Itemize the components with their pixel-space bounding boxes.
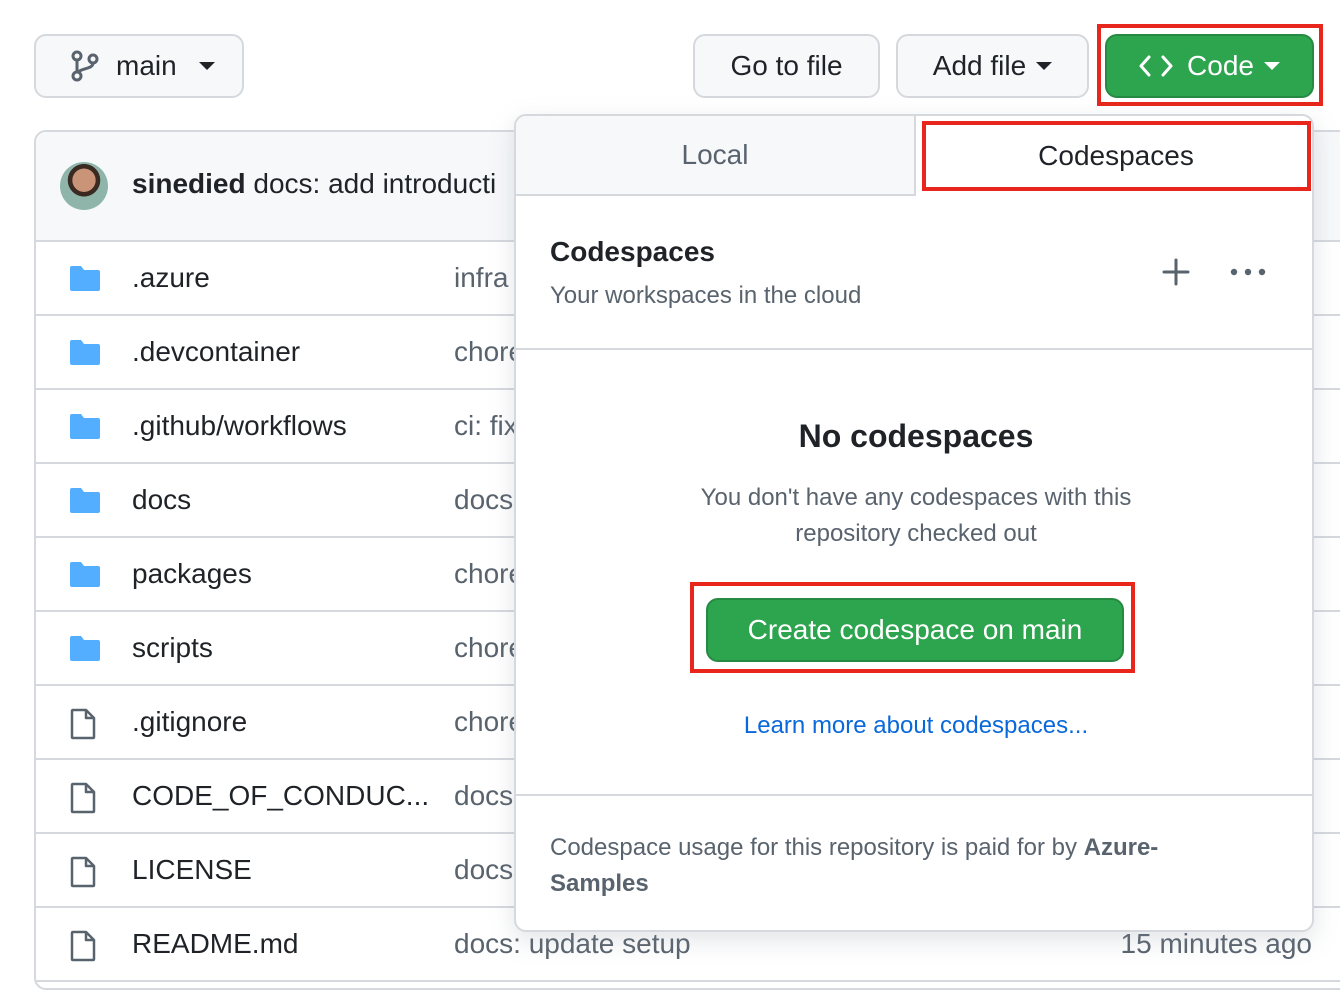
codespaces-header-subtitle: Your workspaces in the cloud [550, 282, 862, 309]
billing-owner-continued: Samples [550, 870, 649, 897]
kebab-horizontal-icon[interactable] [1228, 256, 1268, 288]
branch-select-button[interactable]: main [34, 34, 244, 98]
file-icon [68, 930, 98, 967]
add-file-button[interactable]: Add file [896, 34, 1089, 98]
footer-divider [516, 794, 1312, 796]
file-commit-message[interactable]: docs [454, 854, 513, 886]
create-codespace-button[interactable]: Create codespace on main [706, 598, 1124, 662]
file-name[interactable]: LICENSE [132, 854, 252, 886]
create-codespace-label: Create codespace on main [747, 614, 1083, 645]
latest-commit-text: sinedied docs: add introducti [132, 168, 496, 200]
learn-more-link[interactable]: Learn more about codespaces... [516, 712, 1312, 740]
tab-local[interactable]: Local [516, 116, 916, 196]
branch-label: main [116, 50, 177, 81]
file-icon [68, 782, 98, 819]
folder-icon [68, 338, 102, 371]
code-brackets-icon [1139, 53, 1173, 79]
file-name[interactable]: .github/workflows [132, 410, 347, 442]
billing-owner: Azure- [1083, 834, 1159, 861]
codespaces-header-title: Codespaces [550, 236, 715, 267]
chevron-down-icon [1263, 62, 1280, 70]
file-name[interactable]: docs [132, 484, 191, 516]
file-name[interactable]: .gitignore [132, 706, 247, 738]
go-to-file-label: Go to file [730, 50, 843, 81]
file-name[interactable]: scripts [132, 632, 213, 664]
folder-icon [68, 264, 102, 297]
header-divider [516, 348, 1312, 350]
file-commit-message[interactable]: infra [454, 262, 508, 294]
code-button[interactable]: Code [1105, 34, 1314, 98]
file-commit-message[interactable]: docs [454, 484, 513, 516]
commit-message[interactable]: docs: add introducti [253, 168, 496, 199]
file-icon [68, 708, 98, 745]
go-to-file-button[interactable]: Go to file [693, 34, 880, 98]
tab-codespaces-label: Codespaces [1038, 140, 1194, 171]
file-name[interactable]: CODE_OF_CONDUC... [132, 780, 429, 812]
file-name[interactable]: README.md [132, 928, 298, 960]
empty-state-text: You don't have any codespaces with this … [516, 480, 1312, 552]
code-label: Code [1187, 50, 1254, 81]
tab-local-label: Local [681, 139, 749, 170]
file-commit-message[interactable]: docs: update setup [454, 928, 691, 960]
file-name[interactable]: .azure [132, 262, 210, 294]
tab-codespaces[interactable]: Codespaces [916, 116, 1312, 196]
empty-state-title: No codespaces [798, 418, 1034, 454]
file-icon [68, 856, 98, 893]
file-name[interactable]: .devcontainer [132, 336, 300, 368]
avatar[interactable] [60, 162, 108, 210]
dropdown-tabs: Local Codespaces [516, 116, 1312, 196]
empty-state-text-line1: You don't have any codespaces with this [700, 484, 1132, 511]
billing-footer: Codespace usage for this repository is p… [550, 830, 1270, 902]
empty-state-text-line2: repository checked out [795, 520, 1037, 547]
commit-author[interactable]: sinedied [132, 168, 246, 199]
folder-icon [68, 634, 102, 667]
chevron-down-icon [198, 62, 215, 70]
folder-icon [68, 412, 102, 445]
chevron-down-icon [1036, 62, 1053, 70]
folder-icon [68, 560, 102, 593]
code-dropdown: Local Codespaces Codespaces Your workspa… [514, 114, 1314, 932]
billing-text: Codespace usage for this repository is p… [550, 834, 1077, 861]
file-name[interactable]: packages [132, 558, 252, 590]
add-file-label: Add file [932, 50, 1027, 81]
file-commit-message[interactable]: ci: fix [454, 410, 518, 442]
plus-icon[interactable] [1160, 256, 1192, 288]
file-commit-time: 15 minutes ago [1120, 928, 1312, 959]
git-branch-icon [70, 50, 100, 82]
folder-icon [68, 486, 102, 519]
file-commit-message[interactable]: docs [454, 780, 513, 812]
